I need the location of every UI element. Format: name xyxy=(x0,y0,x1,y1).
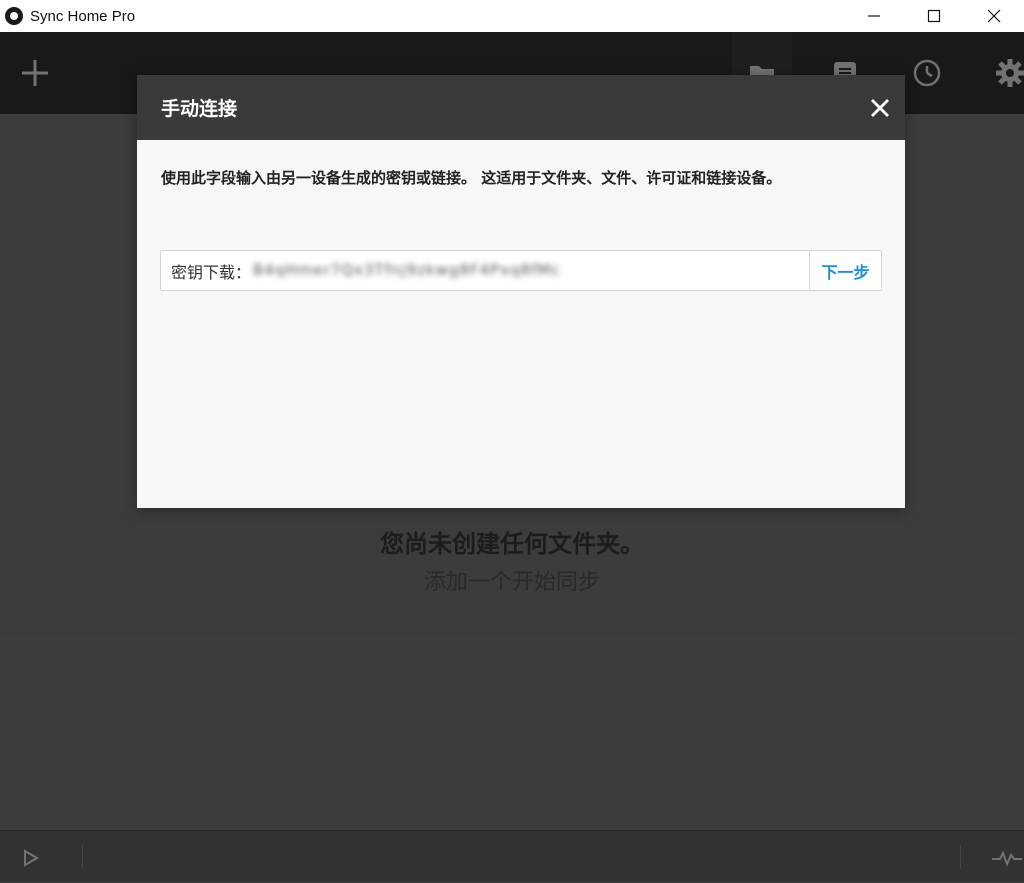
app-logo-icon xyxy=(5,7,23,25)
dialog-description: 使用此字段输入由另一设备生成的密钥或链接。 这适用于文件夹、文件、许可证和链接设… xyxy=(161,169,782,187)
dialog-header: 手动连接 xyxy=(137,75,905,140)
title-bar: Sync Home Pro xyxy=(0,0,1024,32)
close-window-button[interactable] xyxy=(964,0,1024,32)
minimize-icon xyxy=(868,15,880,17)
key-input-field[interactable]: 密钥下载： B4qHmer7Qx3Tfnj9zkwg8F4Pxq8fMc 下一步 xyxy=(160,250,882,291)
window-title: Sync Home Pro xyxy=(30,7,136,25)
maximize-icon xyxy=(927,9,941,23)
manual-connect-dialog: 手动连接 使用此字段输入由另一设备生成的密钥或链接。 这适用于文件夹、文件、许可… xyxy=(137,75,905,508)
close-icon xyxy=(987,9,1001,23)
dialog-title: 手动连接 xyxy=(161,98,238,120)
key-label: 密钥下载： xyxy=(171,262,252,282)
window-controls xyxy=(844,0,1024,32)
close-icon[interactable] xyxy=(869,97,891,119)
minimize-button[interactable] xyxy=(844,0,904,32)
key-value[interactable]: B4qHmer7Qx3Tfnj9zkwg8F4Pxq8fMc xyxy=(253,261,573,281)
next-button[interactable]: 下一步 xyxy=(809,251,881,290)
maximize-button[interactable] xyxy=(904,0,964,32)
